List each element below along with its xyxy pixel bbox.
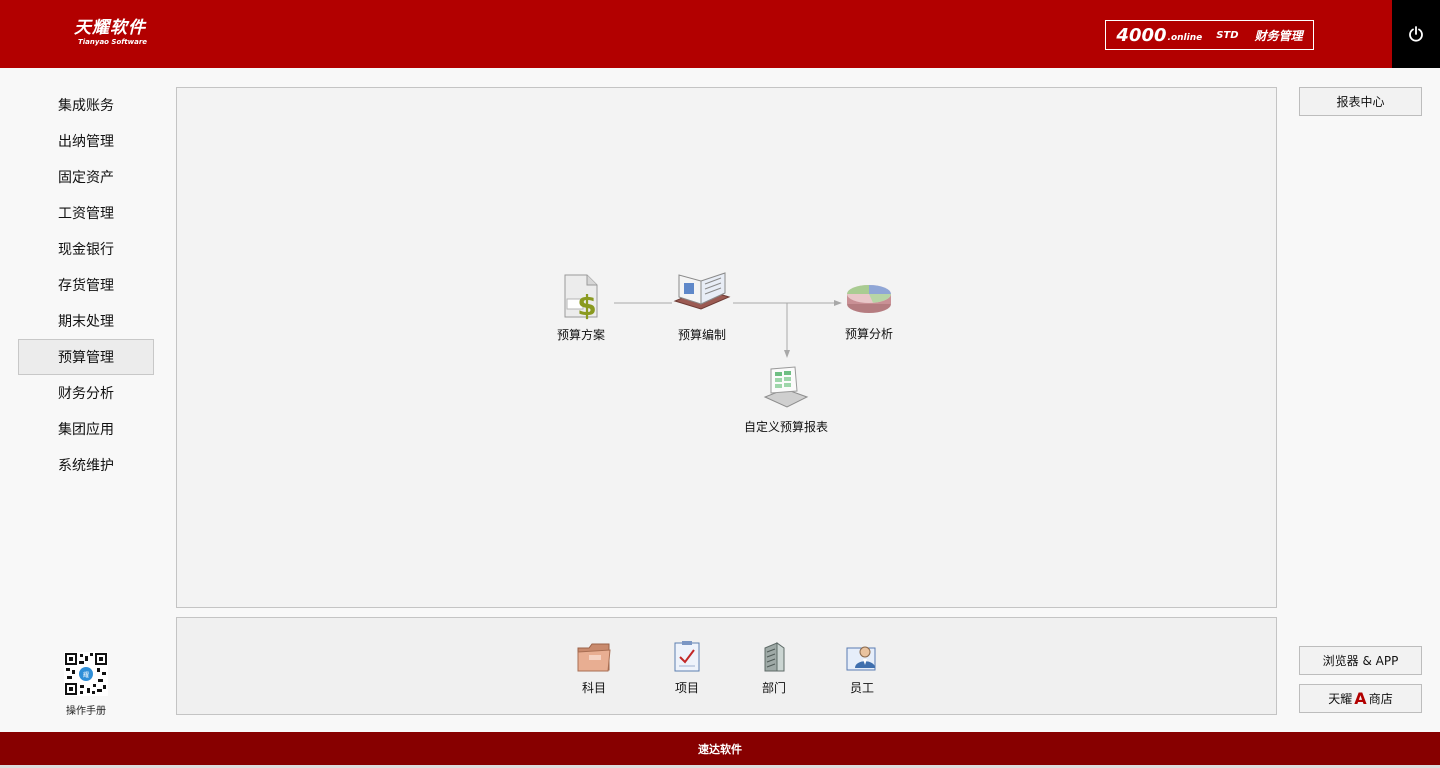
project-item[interactable]: 项目 (662, 640, 712, 696)
app-header: 天耀软件 Tianyao Software 4000 .online STD 财… (0, 0, 1440, 68)
sidebar-nav: 集成账务 出纳管理 固定资产 工资管理 现金银行 存货管理 期末处理 预算管理 … (18, 87, 154, 483)
budget-analysis-label: 预算分析 (844, 327, 893, 341)
employee-icon (846, 646, 876, 671)
browser-app-button[interactable]: 浏览器 & APP (1299, 646, 1422, 675)
store-button[interactable]: 天耀 A 商店 (1299, 684, 1422, 713)
checklist-icon (674, 641, 700, 672)
store-prefix: 天耀 (1328, 692, 1353, 706)
budget-analysis-node[interactable]: 预算分析 (839, 278, 899, 342)
store-suffix: 商店 (1368, 692, 1393, 706)
budget-plan-icon: $ (564, 274, 598, 322)
qr-code-icon: 耀 (64, 652, 108, 696)
manual-link[interactable]: 耀 操作手册 (56, 652, 116, 717)
subject-label: 科目 (581, 681, 606, 695)
logo-main-text: 天耀软件 (74, 18, 146, 38)
power-icon (1409, 26, 1423, 42)
building-icon (764, 642, 785, 672)
product-badge: 4000 .online STD 财务管理 (1105, 20, 1314, 50)
sidebar-item-fixed-assets[interactable]: 固定资产 (18, 159, 154, 195)
svg-text:耀: 耀 (83, 671, 89, 679)
report-center-button[interactable]: 报表中心 (1299, 87, 1422, 116)
subject-item[interactable]: 科目 (569, 640, 619, 696)
product-number: 4000 (1116, 24, 1167, 46)
pie-chart-icon (847, 285, 891, 313)
employee-label: 员工 (849, 681, 874, 695)
department-item[interactable]: 部门 (749, 640, 799, 696)
custom-report-node[interactable]: 自定义预算报表 (738, 363, 834, 435)
sidebar-item-cash-bank[interactable]: 现金银行 (18, 231, 154, 267)
budget-flow-panel: $ 预算方案 预算编制 预算分析 自定义预算报表 (176, 87, 1277, 608)
power-button[interactable] (1392, 0, 1440, 68)
budget-plan-label: 预算方案 (556, 328, 605, 342)
employee-item[interactable]: 员工 (837, 640, 887, 696)
department-label: 部门 (761, 681, 786, 695)
sidebar-item-budget[interactable]: 预算管理 (18, 339, 154, 375)
product-online: .online (1167, 33, 1203, 43)
footer-brand: 速达软件 (698, 743, 742, 756)
custom-report-label: 自定义预算报表 (743, 420, 828, 434)
product-name: 财务管理 (1254, 28, 1303, 43)
store-a-logo: A (1354, 689, 1367, 708)
product-edition: STD (1216, 29, 1239, 41)
sidebar-item-period-end[interactable]: 期末处理 (18, 303, 154, 339)
flow-connectors (614, 300, 842, 358)
folder-icon (577, 643, 611, 672)
sidebar-item-payroll[interactable]: 工资管理 (18, 195, 154, 231)
base-data-panel: 科目 项目 部门 员工 (176, 617, 1277, 715)
app-footer: 速达软件 (0, 732, 1440, 768)
report-sheet-icon (763, 366, 809, 408)
sidebar-item-integrated-accounting[interactable]: 集成账务 (18, 87, 154, 123)
svg-text:$: $ (577, 289, 596, 321)
project-label: 项目 (674, 681, 699, 695)
budget-compile-icon (673, 272, 731, 310)
sidebar-item-group-apps[interactable]: 集团应用 (18, 411, 154, 447)
sidebar-item-cashier[interactable]: 出纳管理 (18, 123, 154, 159)
logo-sub-text: Tianyao Software (78, 38, 148, 46)
budget-compile-label: 预算编制 (677, 328, 726, 342)
budget-plan-node[interactable]: $ 预算方案 (551, 271, 611, 343)
sidebar-item-system-maintenance[interactable]: 系统维护 (18, 447, 154, 483)
manual-label: 操作手册 (66, 706, 106, 717)
company-logo: 天耀软件 Tianyao Software (74, 18, 147, 47)
sidebar-item-inventory[interactable]: 存货管理 (18, 267, 154, 303)
budget-compile-node[interactable]: 预算编制 (670, 271, 734, 343)
sidebar-item-financial-analysis[interactable]: 财务分析 (18, 375, 154, 411)
